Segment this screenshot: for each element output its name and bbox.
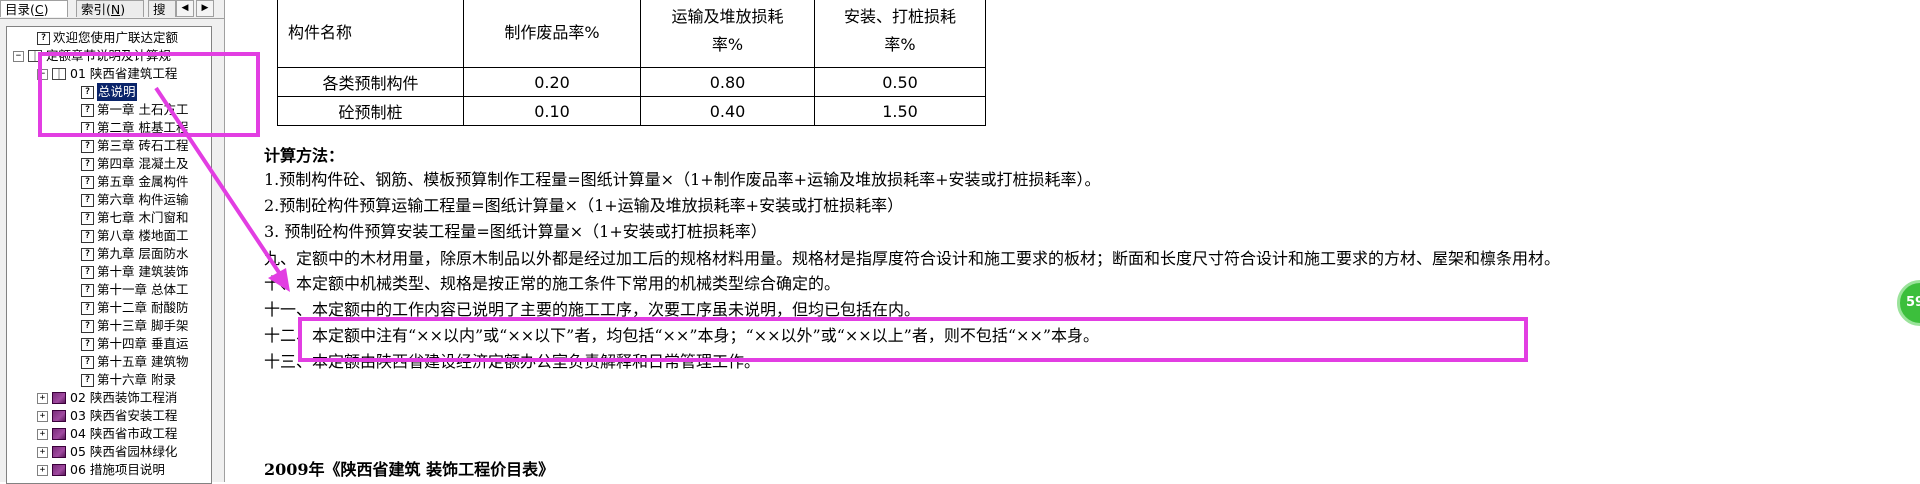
book-icon [52, 410, 66, 422]
price-list-title: 2009年《陕西省建筑 装饰工程价目表》 [264, 460, 555, 479]
calc-method-line: 2.预制砼构件预算运输工程量=图纸计算量×（1+运输及堆放损耗率+安装或打桩损耗… [264, 196, 904, 215]
help-topic-icon: ? [81, 176, 94, 189]
help-topic-icon: ? [81, 374, 94, 387]
help-topic-icon: ? [81, 266, 94, 279]
tree-item-book[interactable]: +05 陕西省园林绿化 [37, 443, 177, 461]
open-book-icon [52, 68, 66, 80]
table-header: 安装、打桩损耗率% [814, 0, 986, 68]
tree-item-book-01[interactable]: −01 陕西省建筑工程 [37, 65, 177, 83]
help-topic-icon: ? [81, 86, 94, 99]
tab-contents[interactable]: 目录(C) [0, 0, 68, 17]
calc-method-line: 1.预制构件砼、钢筋、模板预算制作工程量=图纸计算量×（1+制作废品率+运输及堆… [264, 170, 1101, 189]
tree-item-chapter[interactable]: ? 第十四章 垂直运 [81, 335, 188, 353]
rule-item-10: 十、本定额中机械类型、规格是按正常的施工条件下常用的机械类型综合确定的。 [264, 274, 841, 293]
table-header-row: 构件名称 制作废品率% 运输及堆放损耗率% 安装、打桩损耗率% [277, 0, 986, 68]
table-row: 各类预制构件 0.20 0.80 0.50 [277, 67, 986, 97]
loss-rate-table: 构件名称 制作废品率% 运输及堆放损耗率% 安装、打桩损耗率% 各类预制构件 0… [277, 0, 986, 126]
help-topic-icon: ? [81, 122, 94, 135]
tree-item-chapter[interactable]: ? 第七章 木门窗和 [81, 209, 188, 227]
help-topic-icon: ? [81, 338, 94, 351]
book-icon [52, 392, 66, 404]
tree-item-chapter[interactable]: ? 第十章 建筑装饰 [81, 263, 188, 281]
tree-item-book[interactable]: +06 措施项目说明 [37, 461, 165, 479]
help-topic-icon: ? [81, 104, 94, 117]
tree-item-chapter[interactable]: ? 第八章 楼地面工 [81, 227, 188, 245]
tab-search[interactable]: 搜 [148, 0, 176, 17]
table-cell: 砼预制桩 [277, 96, 464, 126]
tree-item-chapter[interactable]: ? 第一章 土石方工 [81, 101, 188, 119]
tree-item-chapter[interactable]: ? 第九章 层面防水 [81, 245, 188, 263]
tree-item-book[interactable]: +02 陕西装饰工程消 [37, 389, 177, 407]
table-cell: 0.50 [814, 67, 986, 97]
tree-item-general-notes[interactable]: ? 总说明 [81, 82, 138, 102]
tree-item-chapter[interactable]: ? 第十六章 附录 [81, 371, 176, 389]
tab-scroll-left-icon[interactable]: ◀ [176, 0, 194, 17]
expand-icon[interactable]: + [37, 429, 48, 440]
expand-icon[interactable]: + [37, 447, 48, 458]
rule-item-11: 十一、本定额中的工作内容已说明了主要的施工工序，次要工序虽未说明，但均已包括在内… [264, 300, 921, 319]
expand-icon[interactable]: + [37, 465, 48, 476]
rule-item-13: 十三、本定额由陕西省建设经济定额办公室负责解释和日常管理工作。 [264, 352, 761, 371]
tree-item-chapter[interactable]: ? 第六章 构件运输 [81, 191, 188, 209]
tree-item-chapter[interactable]: ? 第三章 砖石工程 [81, 137, 188, 155]
book-icon [52, 428, 66, 440]
help-topic-icon: ? [81, 230, 94, 243]
table-cell: 1.50 [814, 96, 986, 126]
help-topic-icon: ? [81, 320, 94, 333]
help-topic-icon: ? [81, 284, 94, 297]
help-topic-icon: ? [81, 248, 94, 261]
book-icon [52, 446, 66, 458]
tree-item-chapter[interactable]: ? 第十一章 总体工 [81, 281, 188, 299]
calc-method-heading: 计算方法： [264, 146, 345, 165]
rule-item-12: 十二、本定额中注有“××以内”或“××以下”者，均包括“××”本身；“××以外”… [264, 326, 1100, 345]
tree-item-book[interactable]: +04 陕西省市政工程 [37, 425, 177, 443]
tree-item-chapter[interactable]: ? 第四章 混凝土及 [81, 155, 188, 173]
table-row: 砼预制桩 0.10 0.40 1.50 [277, 96, 986, 126]
table-header: 运输及堆放损耗率% [640, 0, 815, 68]
help-topic-icon: ? [81, 356, 94, 369]
nav-tab-bar: 目录(C) 索引(N) 搜 ◀ ▶ [0, 0, 224, 19]
tree-item-chapter[interactable]: ? 第二章 桩基工程 [81, 119, 188, 137]
help-topic-icon: ? [81, 194, 94, 207]
book-icon [52, 464, 66, 476]
table-header: 制作废品率% [463, 0, 641, 68]
tab-scroll-right-icon[interactable]: ▶ [196, 0, 214, 17]
navigation-pane: 目录(C) 索引(N) 搜 ◀ ▶ ? 欢迎您使用广联达定额 − 定额章节说明及计算… [0, 0, 225, 484]
collapse-icon[interactable]: − [37, 69, 48, 80]
tree-item-book[interactable]: +03 陕西省安装工程 [37, 407, 177, 425]
help-topic-icon: ? [37, 32, 50, 45]
tree-item-root[interactable]: − 定额章节说明及计算规 [13, 47, 171, 65]
tree-item-welcome[interactable]: ? 欢迎您使用广联达定额 [37, 29, 178, 47]
expand-icon[interactable]: + [37, 393, 48, 404]
table-cell: 0.10 [463, 96, 641, 126]
open-book-icon [28, 50, 42, 62]
tree-item-chapter[interactable]: ? 第十五章 建筑物 [81, 353, 188, 371]
calc-method-line: 3. 预制砼构件预算安装工程量=图纸计算量×（1+安装或打桩损耗率） [264, 222, 767, 241]
table-cell: 0.80 [640, 67, 815, 97]
contents-tree[interactable]: ? 欢迎您使用广联达定额 − 定额章节说明及计算规 −01 陕西省建筑工程 ? 总说明… [6, 26, 212, 484]
tree-item-chapter[interactable]: ? 第十三章 脚手架 [81, 317, 188, 335]
table-cell: 0.40 [640, 96, 815, 126]
help-topic-icon: ? [81, 140, 94, 153]
help-topic-icon: ? [81, 212, 94, 225]
tree-item-chapter[interactable]: ? 第五章 金属构件 [81, 173, 188, 191]
rule-item-9: 九、定额中的木材用量，除原木制品以外都是经过加工后的规格材料用量。规格材是指厚度… [264, 249, 1561, 268]
table-cell: 0.20 [463, 67, 641, 97]
table-cell: 各类预制构件 [277, 67, 464, 97]
tab-index[interactable]: 索引(N) [76, 0, 144, 17]
table-header: 构件名称 [277, 0, 464, 68]
help-topic-icon: ? [81, 302, 94, 315]
expand-icon[interactable]: + [37, 411, 48, 422]
topic-content: 构件名称 制作废品率% 运输及堆放损耗率% 安装、打桩损耗率% 各类预制构件 0… [225, 0, 1920, 482]
help-topic-icon: ? [81, 158, 94, 171]
collapse-icon[interactable]: − [13, 51, 24, 62]
tree-item-chapter[interactable]: ? 第十二章 耐酸防 [81, 299, 188, 317]
help-viewer-window: 目录(C) 索引(N) 搜 ◀ ▶ ? 欢迎您使用广联达定额 − 定额章节说明及计算… [0, 0, 1920, 484]
